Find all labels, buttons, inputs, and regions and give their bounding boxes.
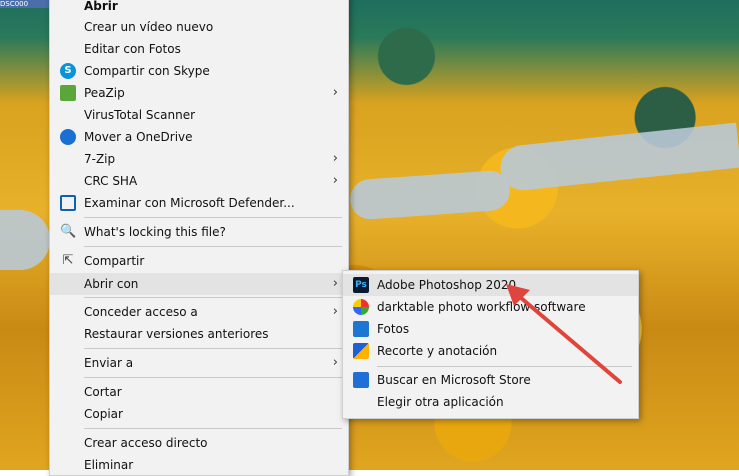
menu-item-label: 7-Zip bbox=[84, 152, 116, 166]
menu-item-label: Mover a OneDrive bbox=[84, 130, 193, 144]
menu-item-label: Crear acceso directo bbox=[84, 436, 208, 450]
submenu-item-elegir-otra[interactable]: Elegir otra aplicación bbox=[343, 391, 638, 413]
menu-item-whats-locking[interactable]: 🔍 What's locking this file? bbox=[50, 221, 348, 243]
menu-item-label: VirusTotal Scanner bbox=[84, 108, 196, 122]
annotation-arrow-icon bbox=[506, 284, 622, 384]
menu-item-onedrive[interactable]: Mover a OneDrive bbox=[50, 126, 348, 148]
menu-item-label: Copiar bbox=[84, 407, 123, 421]
menu-item-label: Examinar con Microsoft Defender... bbox=[84, 196, 295, 210]
submenu-item-label: Fotos bbox=[377, 322, 410, 336]
menu-item-7zip[interactable]: 7-Zip › bbox=[50, 148, 348, 170]
menu-item-label: Restaurar versiones anteriores bbox=[84, 327, 269, 341]
lock-search-icon: 🔍 bbox=[60, 224, 77, 239]
darktable-icon bbox=[353, 299, 369, 315]
chevron-right-icon: › bbox=[332, 151, 338, 166]
menu-item-crear-video[interactable]: Crear un vídeo nuevo bbox=[50, 16, 348, 38]
menu-separator bbox=[84, 428, 342, 429]
menu-separator bbox=[84, 217, 342, 218]
menu-item-enviar-a[interactable]: Enviar a › bbox=[50, 352, 348, 374]
menu-item-label: Abrir bbox=[84, 0, 118, 13]
defender-shield-icon bbox=[60, 195, 76, 211]
menu-item-abrir-con[interactable]: Abrir con › bbox=[50, 273, 348, 295]
skype-icon: S bbox=[60, 63, 76, 79]
store-icon bbox=[353, 372, 369, 388]
submenu-item-label: Recorte y anotación bbox=[377, 344, 498, 358]
chevron-right-icon: › bbox=[332, 304, 338, 319]
menu-item-label: Crear un vídeo nuevo bbox=[84, 20, 214, 34]
menu-separator bbox=[84, 246, 342, 247]
photoshop-icon: Ps bbox=[353, 277, 369, 293]
menu-item-conceder-acceso[interactable]: Conceder acceso a › bbox=[50, 301, 348, 323]
photos-icon bbox=[353, 321, 369, 337]
chevron-right-icon: › bbox=[332, 173, 338, 188]
menu-item-peazip[interactable]: PeaZip › bbox=[50, 82, 348, 104]
menu-item-copiar[interactable]: Copiar bbox=[50, 403, 348, 425]
share-icon: ⇱ bbox=[62, 253, 74, 268]
onedrive-cloud-icon bbox=[60, 129, 76, 145]
menu-item-restaurar[interactable]: Restaurar versiones anteriores bbox=[50, 323, 348, 345]
menu-item-label: PeaZip bbox=[84, 86, 125, 100]
menu-item-eliminar[interactable]: Eliminar bbox=[50, 454, 348, 476]
menu-item-abrir[interactable]: Abrir bbox=[50, 0, 348, 17]
menu-item-crc-sha[interactable]: CRC SHA › bbox=[50, 170, 348, 192]
menu-item-cortar[interactable]: Cortar bbox=[50, 381, 348, 403]
menu-item-label: Compartir con Skype bbox=[84, 64, 210, 78]
menu-item-label: Editar con Fotos bbox=[84, 42, 181, 56]
menu-item-editar-fotos[interactable]: Editar con Fotos bbox=[50, 38, 348, 60]
menu-separator bbox=[84, 297, 342, 298]
chevron-right-icon: › bbox=[332, 355, 338, 370]
menu-item-label: Eliminar bbox=[84, 458, 134, 472]
menu-item-label: What's locking this file? bbox=[84, 225, 226, 239]
menu-item-label: Conceder acceso a bbox=[84, 305, 198, 319]
peazip-icon bbox=[60, 85, 76, 101]
chevron-right-icon: › bbox=[332, 85, 338, 100]
submenu-item-label: Elegir otra aplicación bbox=[377, 395, 504, 409]
submenu-item-label: Adobe Photoshop 2020 bbox=[377, 278, 517, 292]
snip-sketch-icon bbox=[353, 343, 369, 359]
menu-item-label: Compartir bbox=[84, 254, 145, 268]
menu-item-skype[interactable]: S Compartir con Skype bbox=[50, 60, 348, 82]
menu-separator bbox=[84, 377, 342, 378]
menu-item-virustotal[interactable]: VirusTotal Scanner bbox=[50, 104, 348, 126]
menu-item-label: Cortar bbox=[84, 385, 122, 399]
menu-item-defender[interactable]: Examinar con Microsoft Defender... bbox=[50, 192, 348, 214]
menu-item-crear-acceso[interactable]: Crear acceso directo bbox=[50, 432, 348, 454]
menu-item-label: Enviar a bbox=[84, 356, 134, 370]
menu-item-compartir[interactable]: ⇱ Compartir bbox=[50, 250, 348, 272]
menu-item-label: Abrir con bbox=[84, 277, 139, 291]
chevron-right-icon: › bbox=[332, 276, 338, 291]
desktop-file-label[interactable]: DSC000 bbox=[0, 0, 50, 8]
context-menu: Abrir Crear un vídeo nuevo Editar con Fo… bbox=[49, 0, 349, 476]
menu-separator bbox=[84, 348, 342, 349]
menu-item-label: CRC SHA bbox=[84, 174, 138, 188]
